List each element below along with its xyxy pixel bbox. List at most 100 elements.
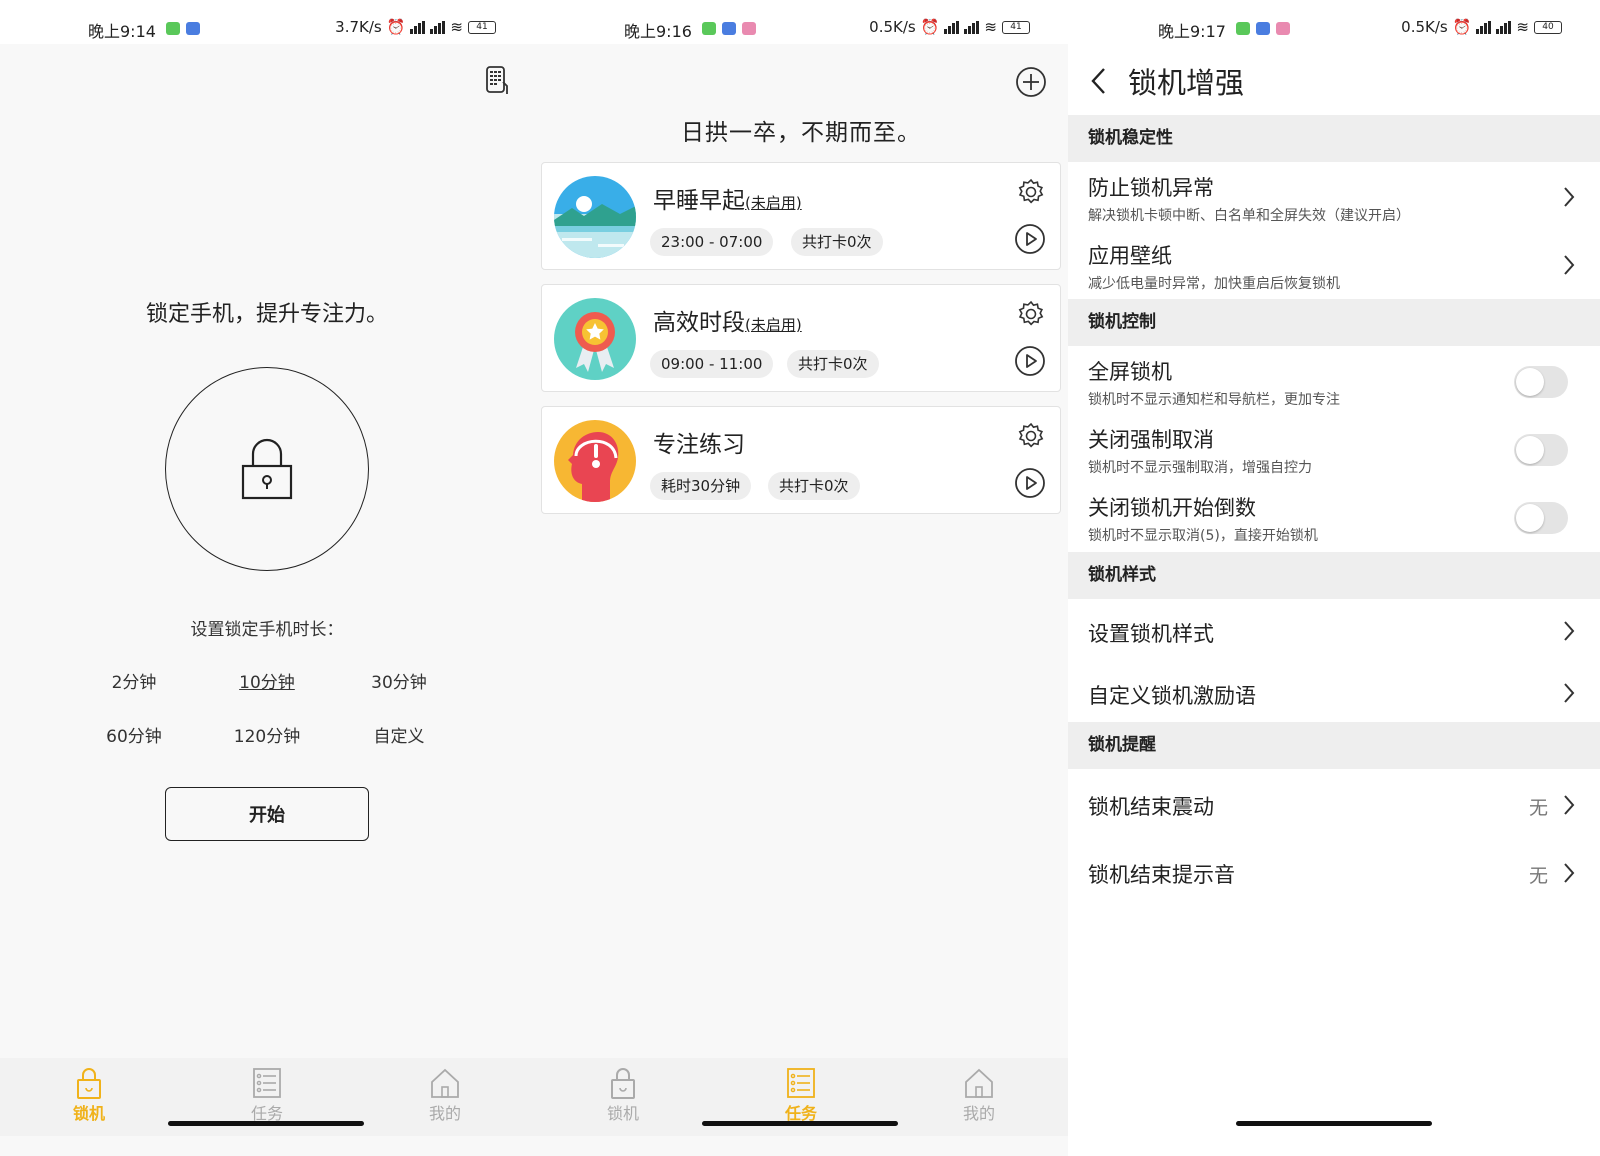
whitelist-icon[interactable] [485,66,513,96]
signal-icon [1476,20,1492,34]
cloud-icon [1276,22,1290,35]
row-end-vibration[interactable]: 锁机结束震动 无 [1068,769,1600,837]
network-speed: 3.7K/s [335,18,382,36]
sunrise-lake-icon [554,176,636,258]
status-time: 晚上9:16 [624,22,692,41]
duration-120min[interactable]: 120分钟 [207,722,327,747]
duration-custom[interactable]: 自定义 [339,722,459,747]
network-speed: 0.5K/s [869,18,916,36]
lock-slogan: 锁定手机，提升专注力。 [145,302,388,327]
row-title: 防止锁机异常 [1088,176,1214,200]
lock-enhance-screen: 晚上9:17 0.5K/s ⏰ ≋ 40 锁机增强 锁机稳定性 防止锁机异常 解… [1068,0,1600,1156]
home-indicator[interactable] [168,1121,364,1126]
duration-10min[interactable]: 10分钟 [207,668,327,693]
row-title: 关闭锁机开始倒数 [1088,496,1256,520]
status-right: 0.5K/s ⏰ ≋ 41 [869,18,1030,36]
notification-icons [702,22,756,35]
row-prevent-lock-exception[interactable]: 防止锁机异常 解决锁机卡顿中断、白名单和全屏失效（建议开启） [1068,162,1600,230]
status-right: 3.7K/s ⏰ ≋ 41 [335,18,496,36]
lock-nav-icon [611,1068,635,1099]
row-value: 无 [1528,865,1548,887]
home-indicator[interactable] [702,1121,898,1126]
page-title: 锁机增强 [1128,66,1245,100]
section-header-stability: 锁机稳定性 [1068,115,1600,162]
duration-30min[interactable]: 30分钟 [339,668,459,693]
signal-icon [410,20,426,34]
nav-mine-label: 我的 [428,1104,461,1123]
gear-icon[interactable] [1016,177,1046,207]
row-title: 锁机结束震动 [1088,795,1214,819]
home-indicator[interactable] [1236,1121,1432,1126]
alarm-icon: ⏰ [920,18,940,36]
lock-nav-icon [77,1068,101,1099]
row-custom-motto[interactable]: 自定义锁机激励语 [1068,661,1600,723]
wifi-icon: ≋ [450,18,463,36]
row-disable-force-cancel[interactable]: 关闭强制取消 锁机时不显示强制取消，增强自控力 [1068,414,1600,482]
message-icon [722,22,736,35]
signal-icon [944,20,960,34]
task-card-efficient-period[interactable]: 高效时段(未启用) 09:00 - 11:00 共打卡0次 [541,284,1061,392]
row-end-sound[interactable]: 锁机结束提示音 无 [1068,837,1600,905]
add-task-icon[interactable] [1015,66,1047,98]
status-time: 晚上9:14 [88,22,156,41]
chevron-right-icon [1564,621,1575,641]
toggle-knob [1516,504,1544,532]
task-time-pill: 23:00 - 07:00 [650,228,774,256]
play-icon[interactable] [1014,345,1046,377]
task-title: 高效时段(未启用) [653,310,802,336]
task-card-early-sleep[interactable]: 早睡早起(未启用) 23:00 - 07:00 共打卡0次 [541,162,1061,270]
row-title: 全屏锁机 [1088,360,1172,384]
lock-screen: 晚上9:14 3.7K/s ⏰ ≋ 41 锁定手机，提升专注力。 设置锁定手机时… [0,0,534,1156]
task-card-focus-practice[interactable]: 专注练习 耗时30分钟 共打卡0次 [541,406,1061,514]
nav-lock-label: 锁机 [606,1104,639,1123]
play-icon[interactable] [1014,467,1046,499]
status-bar: 晚上9:14 3.7K/s ⏰ ≋ 41 [0,0,534,44]
nav-mine[interactable]: 我的 [890,1058,1068,1136]
task-title: 专注练习 [653,432,745,458]
nav-mine-label: 我的 [962,1104,995,1123]
nav-lock[interactable]: 锁机 [534,1058,712,1136]
nav-mine[interactable]: 我的 [356,1058,534,1136]
task-title: 早睡早起(未启用) [653,188,802,214]
row-title: 锁机结束提示音 [1088,863,1235,887]
tasks-slogan: 日拱一卒，不期而至。 [681,120,921,146]
wechat-icon [702,22,716,35]
task-state: (未启用) [745,194,802,212]
focus-head-icon [554,420,636,502]
page-header: 锁机增强 [1068,44,1600,116]
start-button[interactable]: 开始 [165,787,369,841]
message-icon [186,22,200,35]
disable-force-cancel-toggle[interactable] [1514,434,1568,466]
row-subtitle: 锁机时不显示通知栏和导航栏，更加专注 [1088,392,1340,408]
section-header-style: 锁机样式 [1068,552,1600,599]
nav-lock[interactable]: 锁机 [0,1058,178,1136]
duration-2min[interactable]: 2分钟 [74,668,194,693]
row-subtitle: 解决锁机卡顿中断、白名单和全屏失效（建议开启） [1088,208,1410,224]
chevron-right-icon [1564,863,1575,883]
chevron-right-icon [1564,683,1575,703]
fullscreen-lock-toggle[interactable] [1514,366,1568,398]
back-arrow-icon[interactable] [1088,66,1110,96]
gear-icon[interactable] [1016,421,1046,451]
row-title: 自定义锁机激励语 [1088,684,1256,708]
disable-countdown-toggle[interactable] [1514,502,1568,534]
tasks-nav-icon [787,1068,815,1098]
home-nav-icon [965,1068,993,1098]
row-fullscreen-lock[interactable]: 全屏锁机 锁机时不显示通知栏和导航栏，更加专注 [1068,346,1600,414]
status-bar: 晚上9:17 0.5K/s ⏰ ≋ 40 [1068,0,1600,44]
row-set-lock-style[interactable]: 设置锁机样式 [1068,599,1600,661]
network-speed: 0.5K/s [1401,18,1448,36]
play-icon[interactable] [1014,223,1046,255]
row-disable-countdown[interactable]: 关闭锁机开始倒数 锁机时不显示取消(5)，直接开始锁机 [1068,482,1600,550]
wifi-icon: ≋ [984,18,997,36]
battery-icon: 41 [468,20,496,34]
lock-circle[interactable] [165,367,369,571]
row-subtitle: 减少低电量时异常，加快重启后恢复锁机 [1088,276,1340,292]
status-bar: 晚上9:16 0.5K/s ⏰ ≋ 41 [534,0,1068,44]
row-apply-wallpaper[interactable]: 应用壁纸 减少低电量时异常，加快重启后恢复锁机 [1068,230,1600,298]
wifi-icon: ≋ [1516,18,1529,36]
task-count-pill: 共打卡0次 [787,350,879,378]
duration-60min[interactable]: 60分钟 [74,722,194,747]
gear-icon[interactable] [1016,299,1046,329]
chevron-right-icon [1564,255,1575,275]
